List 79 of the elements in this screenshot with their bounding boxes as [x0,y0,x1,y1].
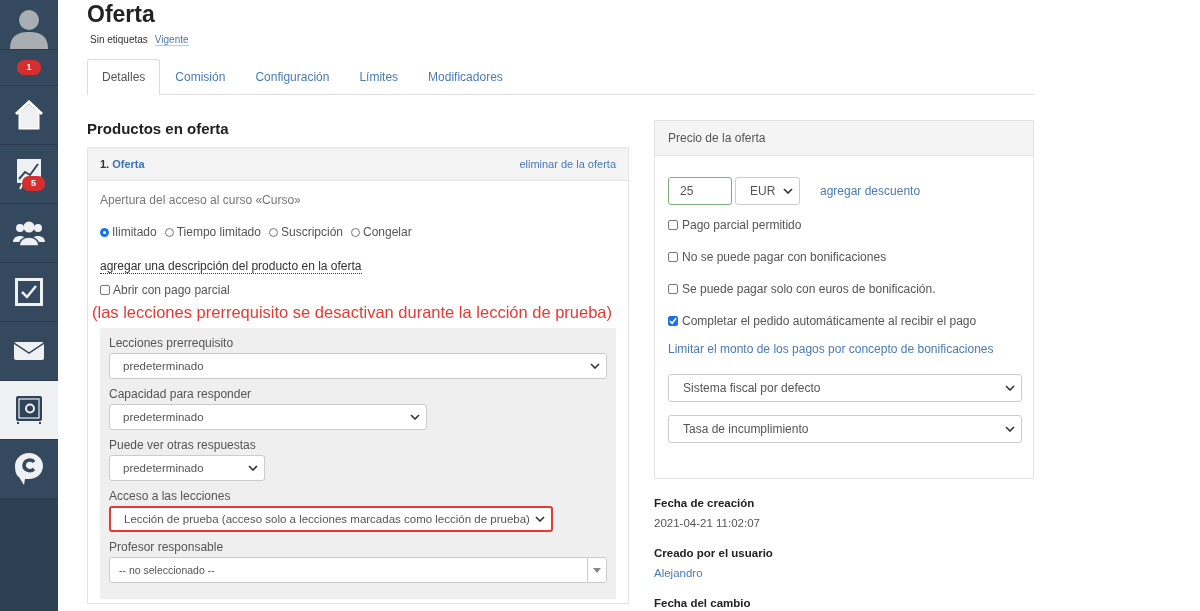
safe-icon [15,395,43,425]
field-label: Capacidad para responder [109,387,253,401]
limit-link[interactable]: Limitar el monto de los pagos por concepto de bonificaciones [668,342,1020,356]
user-avatar-icon [9,7,49,49]
checkbox-label: Pago parcial permitido [682,218,802,232]
radio-option[interactable]: Congelar [351,225,412,239]
section-heading: Productos en oferta [87,120,230,137]
sidebar-item[interactable] [0,322,58,381]
field-label: Acceso a las lecciones [109,489,232,503]
checkbox[interactable] [668,316,678,326]
checkbox[interactable] [668,220,678,230]
tab[interactable]: Modificadores [413,59,518,94]
radio-option[interactable]: Suscripción [268,225,343,239]
checkbox-label: Se puede pagar solo con euros de bonificación. [682,282,936,296]
sidebar-item[interactable] [0,381,58,440]
product-link[interactable]: Oferta [112,158,145,170]
sidebar-item[interactable] [0,440,58,499]
checkbox[interactable] [100,285,110,295]
field-label: Lecciones prerrequisito [109,336,235,350]
checkbox-icon [15,278,43,306]
access-title: Apertura del acceso al curso «Curso» [100,193,302,207]
chat-logo-icon [14,452,44,486]
field-label: Puede ver otras respuestas [109,438,257,452]
chevron-down-icon [248,465,258,471]
notification-badge: 5 [22,176,45,191]
checkbox[interactable] [668,284,678,294]
notification-badge: 1 [17,60,41,75]
remove-link[interactable]: eliminar de la oferta [519,158,616,170]
select-field[interactable]: predeterminado [109,404,427,430]
info-label: Creado por el usuario [654,547,774,559]
tab[interactable]: Configuración [240,59,345,94]
checkbox[interactable] [668,252,678,262]
radio-option[interactable]: Ilimitado [100,225,157,239]
chevron-down-icon [535,516,545,522]
info-label: Fecha del cambio [654,597,752,609]
select-field[interactable]: predeterminado [109,353,607,379]
mail-icon [14,342,44,360]
status-link[interactable]: Vigente [154,34,189,46]
select-field[interactable]: Tasa de incumplimiento [668,415,1022,443]
checkbox-label: No se puede pagar con bonificaciones [682,250,887,264]
chevron-down-icon [590,363,600,369]
radio-label: Suscripción [280,225,343,239]
users-icon [13,220,45,246]
sidebar-item[interactable]: 1 [0,50,58,86]
field-label: Profesor responsable [109,540,225,554]
annotation-text: (las lecciones prerrequisito se desactivan durante la lección de prueba) [92,303,614,322]
product-number: 1. [100,158,110,170]
chevron-down-icon [1005,385,1015,391]
select-field[interactable]: predeterminado [109,455,265,481]
select-field[interactable]: Lección de prueba (acceso solo a lecciones marcadas como lección de prueba) [109,506,553,532]
checkbox-label: Abrir con pago parcial [113,283,230,297]
user-link[interactable]: Alejandro [654,567,1034,579]
select-field[interactable]: -- no seleccionado -- [109,557,607,583]
chevron-down-icon [783,188,793,194]
sidebar-item[interactable]: 5 [0,145,58,204]
tab[interactable]: Límites [344,59,414,94]
currency-select[interactable]: EUR [735,177,800,205]
sidebar-item[interactable] [0,204,58,263]
radio-label: Ilimitado [112,225,157,239]
tab[interactable]: Comisión [160,59,241,94]
tab[interactable]: Detalles [87,59,161,95]
page-title: Oferta [87,0,156,28]
price-input[interactable]: 25 [668,177,732,205]
card-title: Precio de la oferta [668,131,766,145]
checkbox-label: Completar el pedido automáticamente al recibir el pago [682,314,977,328]
radio-icon[interactable] [100,227,109,237]
tags-label: Sin etiquetas [90,34,148,46]
discount-link[interactable]: agregar descuento [820,184,921,198]
sidebar-item[interactable] [0,263,58,322]
radio-label: Congelar [363,225,412,239]
sidebar-item[interactable] [0,0,58,50]
chevron-down-icon [1005,426,1015,432]
info-value: 2021-04-21 11:02:07 [654,517,761,529]
description-link[interactable]: agregar una descripción del producto en la oferta [100,259,362,274]
sidebar-item[interactable] [0,86,58,145]
chevron-down-icon [410,414,420,420]
info-label: Fecha de creación [654,497,756,509]
select-field[interactable]: Sistema fiscal por defecto [668,374,1022,402]
home-icon [13,100,45,130]
